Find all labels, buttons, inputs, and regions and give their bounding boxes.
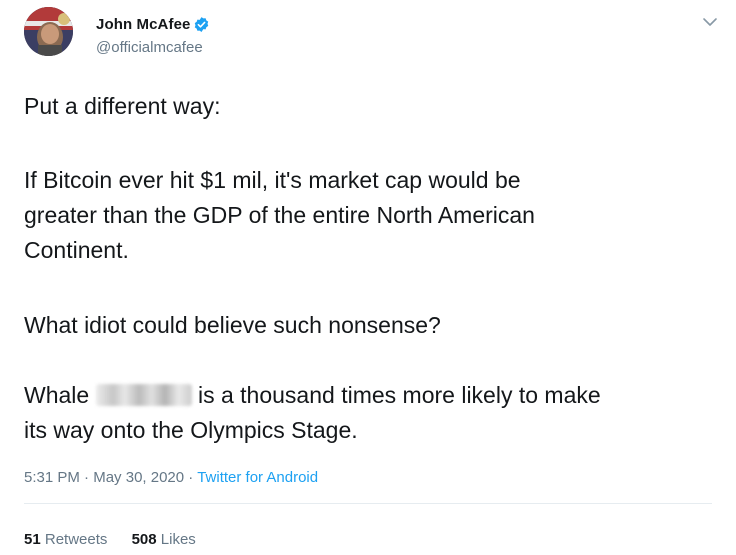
tweet-metadata: 5:31 PM · May 30, 2020 · Twitter for And…	[24, 469, 318, 486]
tweet-text-line: greater than the GDP of the entire North…	[24, 202, 535, 228]
likes-stat[interactable]: 508 Likes	[132, 531, 196, 548]
tweet-source-link[interactable]: Twitter for Android	[197, 469, 318, 486]
tweet-text-fragment: Whale	[24, 382, 90, 408]
retweets-label: Retweets	[44, 531, 108, 548]
author-display-name[interactable]: John McAfee	[96, 16, 190, 33]
tweet-text-line: Continent.	[24, 237, 129, 263]
likes-count: 508	[131, 531, 157, 548]
author-handle[interactable]: @officialmcafee	[96, 39, 203, 56]
tweet-text-line: its way onto the Olympics Stage.	[24, 417, 358, 443]
tweet-text-line: What idiot could believe such nonsense?	[24, 312, 441, 338]
tweet-text-line: Whale is a thousand times more likely to…	[24, 378, 601, 413]
likes-label: Likes	[160, 531, 196, 548]
tweet-time[interactable]: 5:31 PM	[24, 469, 80, 486]
redacted-word	[95, 384, 192, 406]
meta-separator: ·	[188, 469, 194, 486]
author-name-row[interactable]: John McAfee	[96, 14, 210, 34]
retweets-stat[interactable]: 51 Retweets	[24, 531, 107, 548]
tweet-text-fragment: is a thousand times more likely to make	[197, 382, 601, 408]
verified-badge-icon	[195, 16, 209, 32]
tweet-text-line: If Bitcoin ever hit $1 mil, it's market …	[24, 167, 521, 193]
tweet-date[interactable]: May 30, 2020	[93, 469, 184, 486]
chevron-down-icon[interactable]	[700, 12, 720, 32]
tweet-text-line: Put a different way:	[24, 93, 221, 119]
divider	[24, 503, 712, 504]
retweets-count: 51	[24, 531, 41, 548]
meta-separator: ·	[84, 469, 90, 486]
avatar-image	[24, 7, 73, 56]
tweet-card: John McAfee @officialmcafee Put a differ…	[0, 0, 736, 555]
tweet-stats: 51 Retweets 508 Likes	[24, 531, 216, 548]
avatar[interactable]	[24, 7, 73, 56]
